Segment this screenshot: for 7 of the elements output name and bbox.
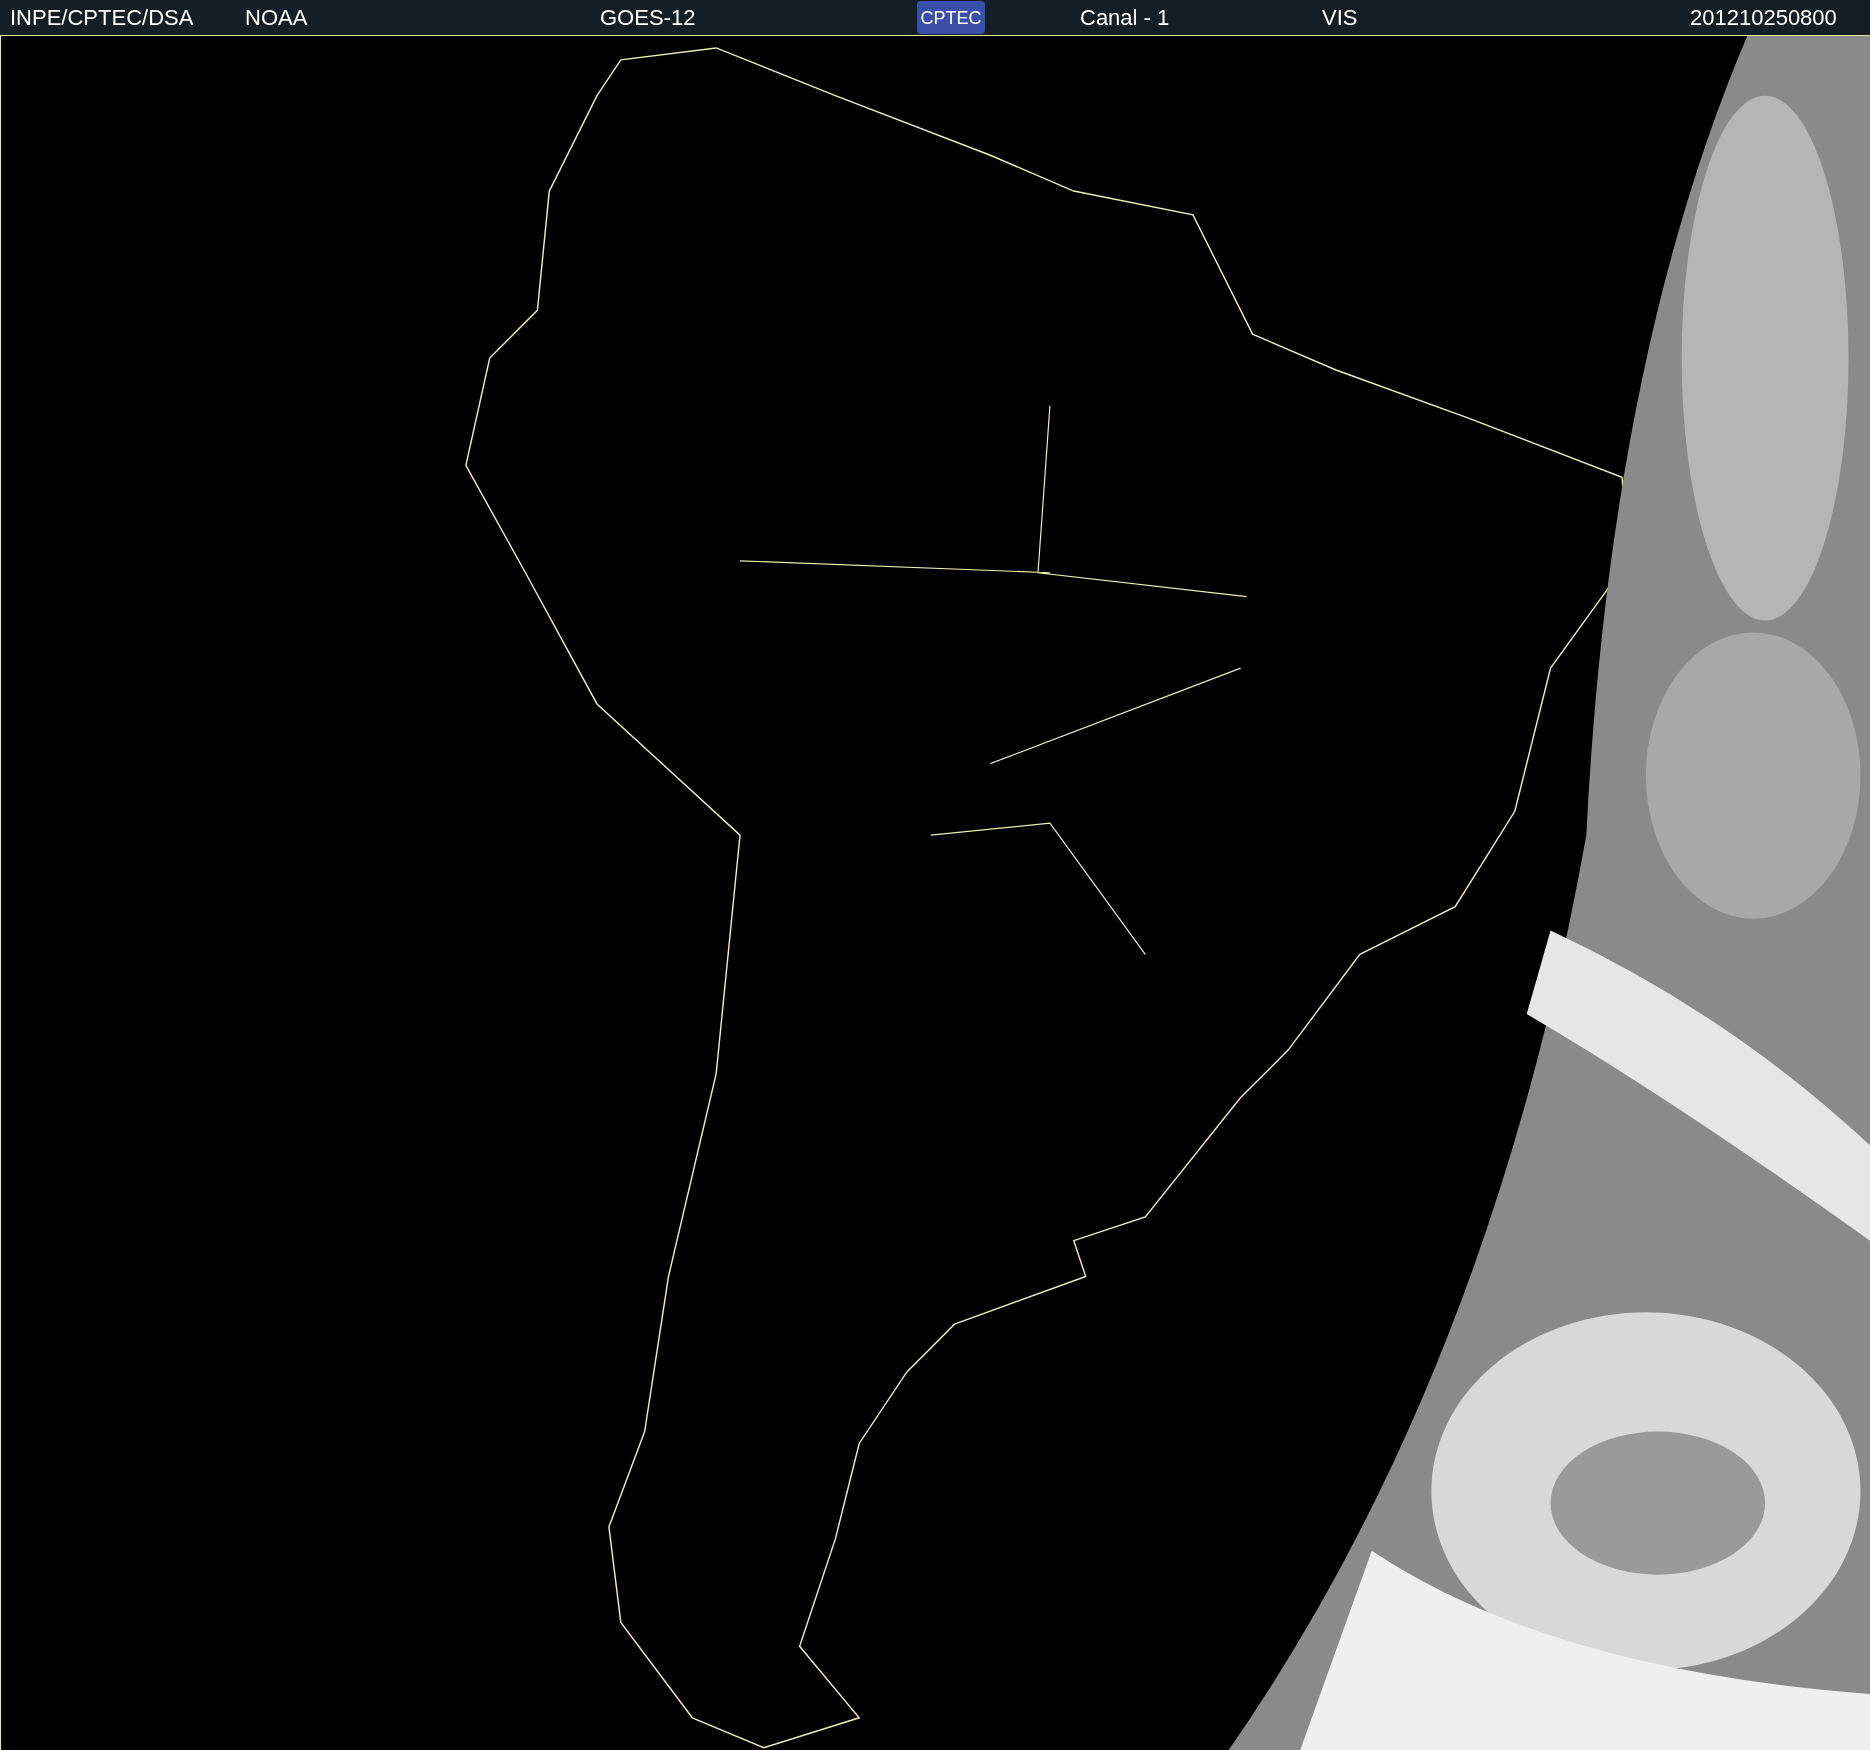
header-label: INPE/CPTEC/DSA: [10, 5, 194, 31]
header-label: GOES-12: [600, 5, 696, 31]
header-label: VIS: [1322, 5, 1358, 31]
logo: CPTEC: [917, 1, 985, 34]
header-label: Canal - 1: [1080, 5, 1170, 31]
header-label: NOAA: [245, 5, 308, 31]
header-label: 201210250800: [1690, 5, 1837, 31]
